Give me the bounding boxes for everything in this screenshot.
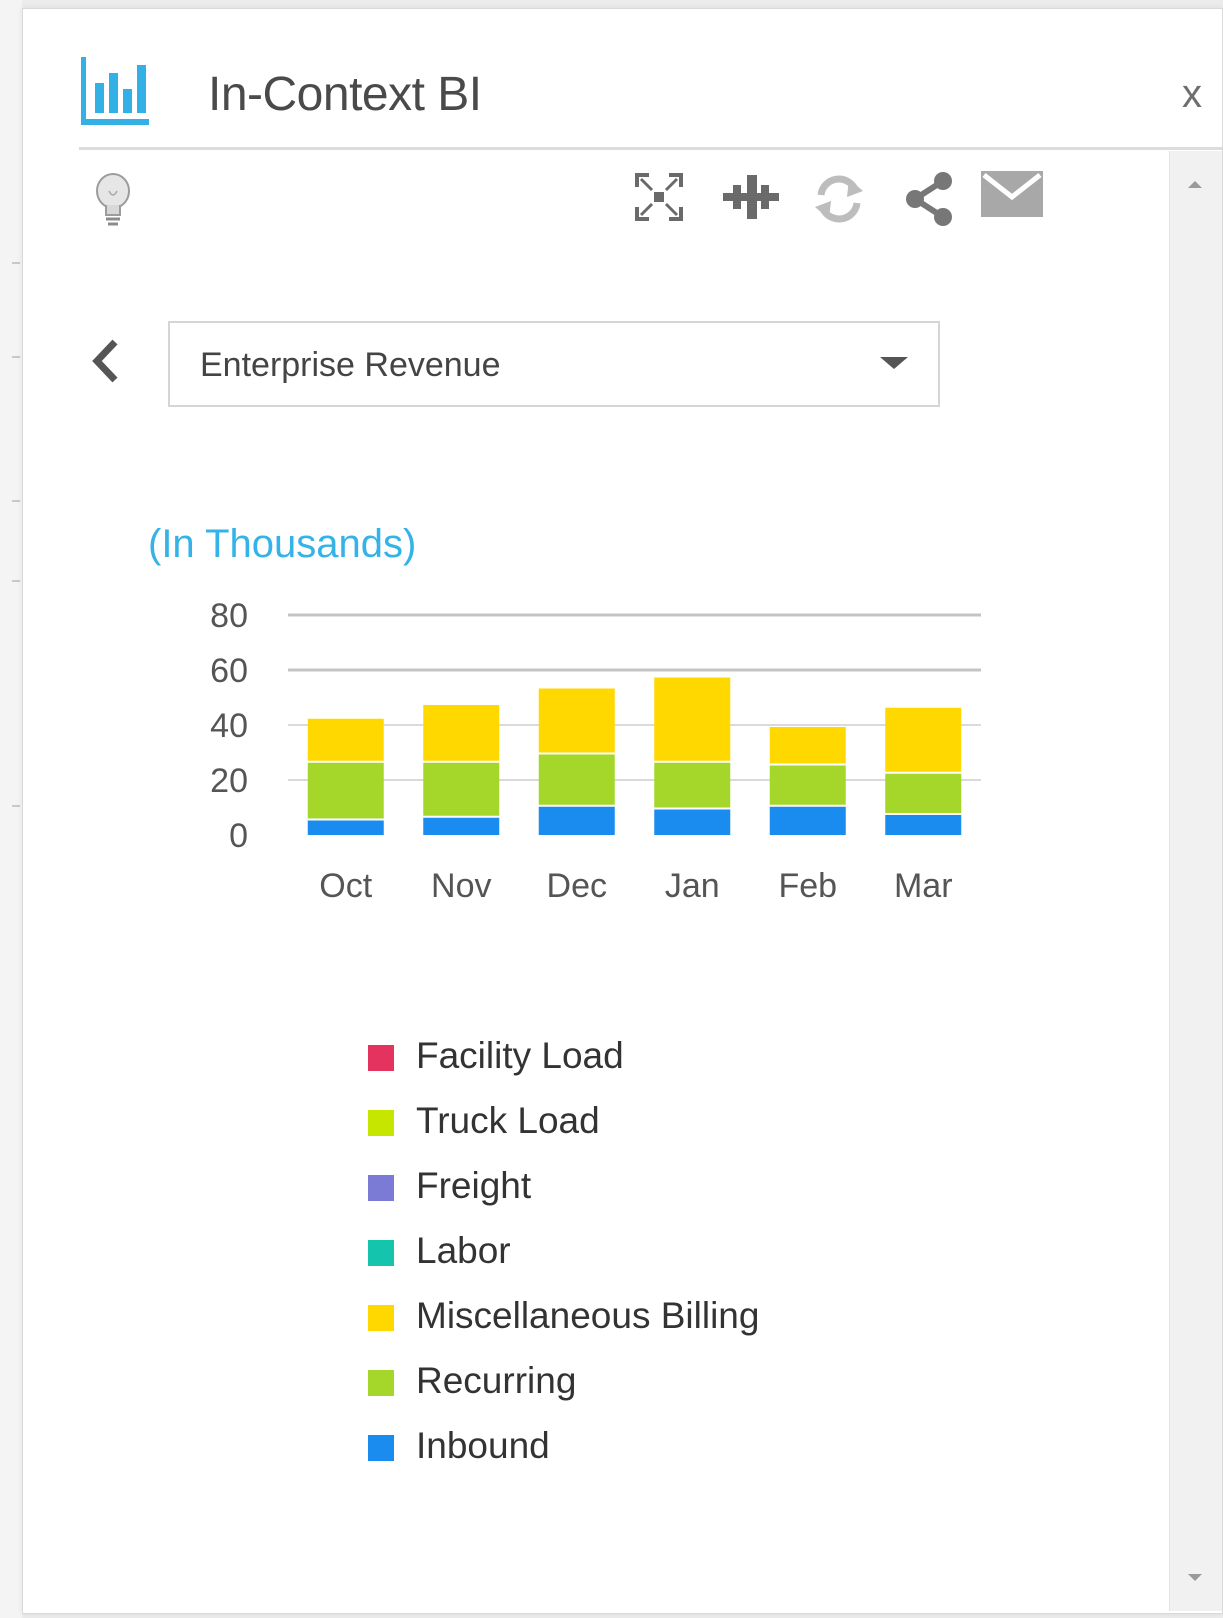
- legend-swatch: [368, 1045, 394, 1071]
- y-tick-label: 20: [210, 762, 248, 800]
- header-divider: [79, 147, 1222, 150]
- legend-label: Inbound: [416, 1425, 550, 1466]
- bar-segment-miscellaneous-billing: [307, 718, 384, 761]
- background-divider: [12, 500, 20, 502]
- report-select-value: Enterprise Revenue: [200, 346, 501, 384]
- bar-segment-inbound: [885, 815, 962, 835]
- background-divider: [12, 805, 20, 807]
- legend-swatch: [368, 1370, 394, 1396]
- bar-segment-inbound: [423, 817, 500, 835]
- lightbulb-icon[interactable]: [93, 171, 133, 231]
- y-tick-label: 60: [210, 652, 248, 690]
- chevron-down-icon: [880, 357, 908, 369]
- legend-swatch: [368, 1305, 394, 1331]
- bar-segment-inbound: [654, 809, 731, 835]
- legend-label: Facility Load: [416, 1035, 624, 1076]
- chart-title: (In Thousands): [148, 522, 417, 566]
- background-divider: [12, 580, 20, 582]
- pin-icon[interactable]: [723, 171, 779, 223]
- background-page-edge: [0, 0, 22, 1618]
- panel-header: In-Context BI x: [23, 9, 1222, 150]
- legend-label: Labor: [416, 1230, 511, 1271]
- background-divider: [12, 262, 20, 264]
- x-tick-label: Feb: [778, 867, 837, 905]
- legend-label: Miscellaneous Billing: [416, 1295, 760, 1336]
- stacked-bar-chart: 0 20 40 60 80 Oct Nov Dec Jan Feb Mar: [210, 597, 981, 905]
- bi-panel: In-Context BI x Enterprise Revenue (In T…: [22, 8, 1223, 1614]
- legend-swatch: [368, 1240, 394, 1266]
- report-select[interactable]: Enterprise Revenue: [168, 321, 940, 407]
- panel-content: Enterprise Revenue (In Thousands) 0 20 40 6…: [23, 151, 1170, 1611]
- bar-segment-recurring: [885, 773, 962, 813]
- bar-segment-miscellaneous-billing: [885, 707, 962, 772]
- scroll-down-arrow-icon[interactable]: [1188, 1574, 1202, 1581]
- bar-segment-inbound: [538, 806, 615, 835]
- y-tick-label: 0: [229, 817, 248, 855]
- legend-swatch: [368, 1435, 394, 1461]
- bar-segment-inbound: [307, 820, 384, 835]
- y-tick-label: 40: [210, 707, 248, 745]
- x-tick-label: Oct: [319, 867, 372, 905]
- vertical-scrollbar[interactable]: [1169, 151, 1222, 1611]
- legend-swatch: [368, 1175, 394, 1201]
- bar-segment-inbound: [769, 806, 846, 835]
- x-tick-label: Dec: [547, 867, 607, 905]
- x-tick-label: Jan: [665, 867, 720, 905]
- bar-segment-recurring: [307, 762, 384, 819]
- refresh-icon[interactable]: [811, 171, 867, 227]
- bar-segment-recurring: [769, 765, 846, 805]
- bar-segment-miscellaneous-billing: [423, 705, 500, 761]
- panel-title: In-Context BI: [208, 68, 482, 121]
- bar-segment-recurring: [654, 762, 731, 808]
- mail-icon[interactable]: [981, 171, 1043, 217]
- bar-segment-recurring: [538, 754, 615, 805]
- legend-label: Truck Load: [416, 1100, 600, 1141]
- expand-icon[interactable]: [633, 171, 685, 223]
- bar-chart-logo-icon: [81, 57, 149, 125]
- share-icon[interactable]: [901, 171, 957, 227]
- bar-segment-miscellaneous-billing: [538, 688, 615, 753]
- x-tick-label: Nov: [431, 867, 491, 905]
- legend-label: Recurring: [416, 1360, 577, 1401]
- x-tick-label: Mar: [894, 867, 953, 905]
- y-tick-label: 80: [210, 597, 248, 635]
- scroll-up-arrow-icon[interactable]: [1188, 181, 1202, 188]
- background-divider: [12, 356, 20, 358]
- bar-segment-miscellaneous-billing: [769, 727, 846, 764]
- bar-segment-recurring: [423, 762, 500, 816]
- close-button[interactable]: x: [1172, 69, 1212, 119]
- bar-segment-miscellaneous-billing: [654, 677, 731, 761]
- legend-label: Freight: [416, 1165, 532, 1206]
- back-chevron-icon[interactable]: [85, 336, 125, 386]
- legend-swatch: [368, 1110, 394, 1136]
